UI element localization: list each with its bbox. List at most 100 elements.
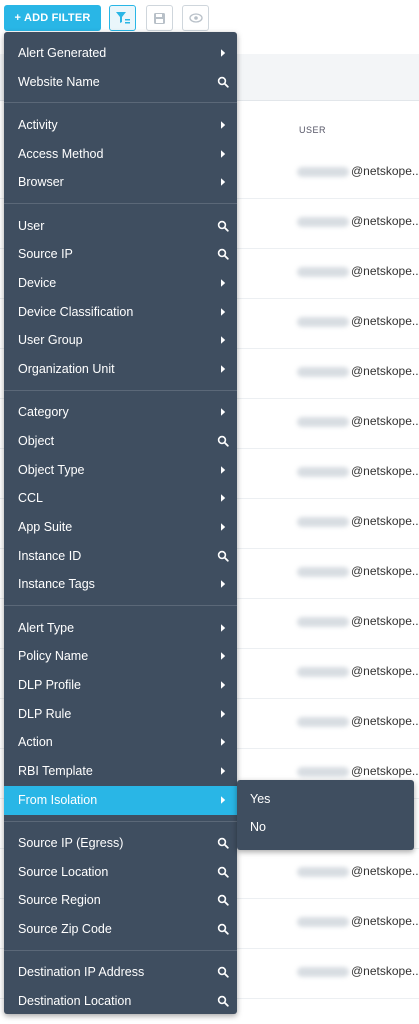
save-icon xyxy=(154,12,165,24)
menu-item-label: Activity xyxy=(18,117,58,132)
menu-item-alert-generated[interactable]: Alert Generated xyxy=(4,39,237,68)
menu-item-policy-name[interactable]: Policy Name xyxy=(4,642,237,671)
search-icon xyxy=(217,550,229,562)
menu-item-action[interactable]: Action xyxy=(4,728,237,757)
user-email-cell: @netskope... xyxy=(351,464,419,478)
add-filter-button[interactable]: + ADD FILTER xyxy=(4,5,101,31)
menu-item-label: Source Zip Code xyxy=(18,922,112,937)
search-icon xyxy=(217,995,229,1007)
redacted-username xyxy=(297,317,349,327)
menu-separator xyxy=(4,203,237,204)
menu-separator xyxy=(4,949,237,951)
menu-item-label: Source IP (Egress) xyxy=(18,836,124,850)
user-email-cell: @netskope... xyxy=(351,914,419,928)
chevron-right-icon xyxy=(221,652,226,661)
menu-item-browser[interactable]: Browser xyxy=(4,168,237,197)
chevron-right-icon xyxy=(221,408,226,416)
menu-item-app-suite[interactable]: App Suite xyxy=(4,513,237,542)
filter-options-button[interactable] xyxy=(109,5,136,31)
chevron-right-icon xyxy=(221,307,226,316)
menu-item-label: Category xyxy=(18,405,69,420)
user-email-cell: @netskope... xyxy=(351,414,419,428)
menu-item-from-isolation[interactable]: From Isolation xyxy=(4,785,237,815)
menu-item-organization-unit[interactable]: Organization Unit xyxy=(4,355,237,384)
menu-item-category[interactable]: Category xyxy=(4,398,237,427)
menu-item-source-location[interactable]: Source Location xyxy=(4,858,237,887)
filter-toolbar: + ADD FILTER xyxy=(0,0,419,36)
menu-item-activity[interactable]: Activity xyxy=(4,111,237,140)
submenu-option-no[interactable]: No xyxy=(237,813,414,841)
menu-item-object-type[interactable]: Object Type xyxy=(4,456,237,485)
redacted-username xyxy=(297,417,349,427)
user-email-cell: @netskope... xyxy=(351,164,419,178)
menu-item-source-ip[interactable]: Source IP xyxy=(4,240,237,269)
redacted-username xyxy=(297,517,349,527)
user-email-cell: @netskope... xyxy=(351,864,419,878)
menu-item-user-group[interactable]: User Group xyxy=(4,326,237,355)
menu-item-label: Website Name xyxy=(18,74,100,89)
menu-item-dlp-rule[interactable]: DLP Rule xyxy=(4,700,237,729)
menu-item-label: From Isolation xyxy=(18,792,98,807)
chevron-right-icon xyxy=(221,494,226,503)
redacted-username xyxy=(297,467,349,477)
user-email-cell: @netskope... xyxy=(351,764,419,778)
menu-item-label: Device Classification xyxy=(18,304,134,319)
search-icon xyxy=(217,895,229,907)
user-email-cell: @netskope... xyxy=(351,364,419,378)
redacted-username xyxy=(297,267,349,277)
menu-item-label: Instance Tags xyxy=(18,577,95,592)
chevron-right-icon xyxy=(221,738,226,747)
menu-item-user[interactable]: User xyxy=(4,212,237,241)
chevron-right-icon xyxy=(221,336,226,345)
menu-item-label: Access Method xyxy=(18,146,104,161)
chevron-right-icon xyxy=(221,523,226,531)
menu-item-label: Device xyxy=(18,275,57,290)
menu-item-label: User Group xyxy=(18,333,83,348)
menu-item-device[interactable]: Device xyxy=(4,269,237,298)
menu-item-label: DLP Rule xyxy=(18,706,72,721)
menu-item-label: Destination IP Address xyxy=(18,965,145,980)
chevron-right-icon xyxy=(221,465,226,474)
view-filter-button[interactable] xyxy=(182,5,209,31)
menu-item-label: Source Location xyxy=(18,864,109,879)
menu-item-source-ip-egress[interactable]: Source IP (Egress) xyxy=(4,829,237,858)
menu-item-source-zip-code[interactable]: Source Zip Code xyxy=(4,915,237,944)
search-icon xyxy=(217,967,229,978)
menu-item-label: Instance ID xyxy=(18,548,82,563)
menu-item-source-region[interactable]: Source Region xyxy=(4,886,237,915)
menu-item-destination-ip-address[interactable]: Destination IP Address xyxy=(4,958,237,987)
submenu-option-label: Yes xyxy=(250,792,271,806)
menu-item-object[interactable]: Object xyxy=(4,427,237,456)
chevron-right-icon xyxy=(221,149,226,158)
menu-item-instance-tags[interactable]: Instance Tags xyxy=(4,570,237,599)
menu-item-website-name[interactable]: Website Name xyxy=(4,68,237,97)
menu-item-label: Action xyxy=(18,735,53,750)
user-email-cell: @netskope... xyxy=(351,564,419,578)
menu-item-rbi-template[interactable]: RBI Template xyxy=(4,757,237,786)
menu-item-label: App Suite xyxy=(18,520,73,534)
redacted-username xyxy=(297,717,349,727)
menu-item-device-classification[interactable]: Device Classification xyxy=(4,298,237,327)
user-email-cell: @netskope... xyxy=(351,314,419,328)
submenu-option-yes[interactable]: Yes xyxy=(237,785,414,813)
menu-item-access-method[interactable]: Access Method xyxy=(4,140,237,169)
menu-item-label: Alert Generated xyxy=(18,46,107,60)
menu-item-instance-id[interactable]: Instance ID xyxy=(4,542,237,571)
redacted-username xyxy=(297,367,349,377)
user-email-cell: @netskope... xyxy=(351,514,419,528)
menu-item-label: Policy Name xyxy=(18,649,89,664)
redacted-username xyxy=(297,767,349,777)
search-icon xyxy=(217,923,229,935)
menu-item-label: Organization Unit xyxy=(18,362,115,376)
column-header-user[interactable]: USER xyxy=(299,125,326,135)
menu-item-alert-type[interactable]: Alert Type xyxy=(4,614,237,643)
menu-item-label: Object Type xyxy=(18,462,85,477)
search-icon xyxy=(217,248,229,260)
save-filter-button[interactable] xyxy=(146,5,173,31)
menu-item-ccl[interactable]: CCL xyxy=(4,484,237,513)
menu-item-dlp-profile[interactable]: DLP Profile xyxy=(4,671,237,700)
redacted-username xyxy=(297,217,349,227)
chevron-right-icon xyxy=(221,365,226,373)
chevron-right-icon xyxy=(221,178,226,187)
menu-item-destination-location[interactable]: Destination Location xyxy=(4,987,237,1014)
